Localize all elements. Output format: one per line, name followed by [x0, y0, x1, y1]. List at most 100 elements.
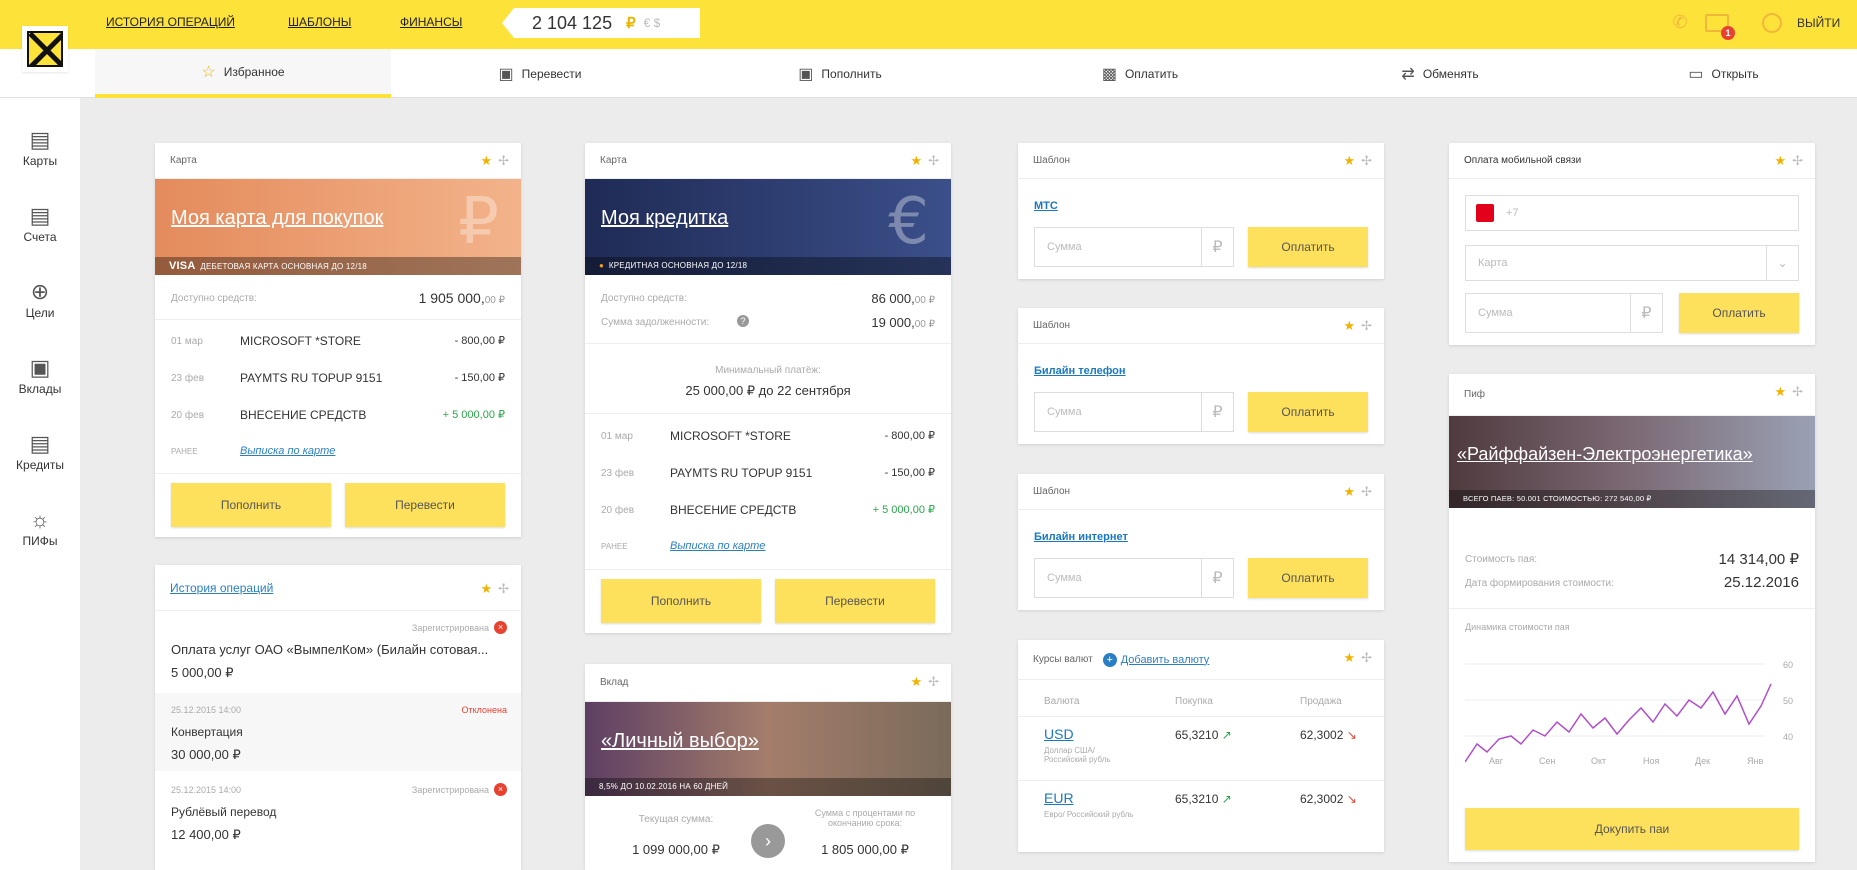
status-badge: Зарегистрирована [411, 623, 489, 633]
star-icon[interactable]: ★ [910, 153, 922, 168]
arrow-right-icon[interactable]: › [751, 824, 785, 858]
pif-title[interactable]: «Райффайзен-Электроэнергетика» [1457, 444, 1753, 465]
pay-button[interactable]: Оплатить [1679, 293, 1799, 333]
template-name[interactable]: Билайн интернет [1034, 531, 1128, 543]
sidebar-item-goals[interactable]: ⊕ Цели [0, 278, 80, 320]
history-item-text[interactable]: Оплата услуг ОАО «ВымпелКом» (Билайн сот… [171, 642, 488, 657]
template-name[interactable]: Билайн телефон [1034, 365, 1126, 377]
op-date: 01 мар [601, 431, 633, 442]
move-icon[interactable]: ✢ [498, 581, 509, 596]
currency-rub[interactable]: ₽ [626, 14, 636, 32]
pay-icon: ▩ [1101, 65, 1117, 83]
card-title[interactable]: Моя карта для покупок [171, 207, 383, 230]
pay-button[interactable]: Оплатить [1248, 227, 1368, 267]
logout-button[interactable]: ВЫЙТИ [1797, 16, 1840, 30]
add-currency-link[interactable]: Добавить валюту [1121, 654, 1210, 666]
tab-pay[interactable]: ▩ Оплатить [990, 49, 1290, 98]
template-header: Шаблон ★ ✢ [1018, 143, 1384, 179]
arrow-up-icon: ↗ [1221, 792, 1232, 806]
templates-link[interactable]: ШАБЛОНЫ [288, 15, 351, 29]
phone-icon[interactable]: ✆ [1668, 12, 1692, 34]
pay-button[interactable]: Оплатить [1248, 392, 1368, 432]
template-widget: Шаблон ★ ✢ МТС Сумма ₽ Оплатить [1018, 143, 1384, 279]
card-banner[interactable]: € Моя кредитка ● КРЕДИТНАЯ ОСНОВНАЯ ДО 1… [585, 179, 951, 275]
transfer-button[interactable]: Перевести [345, 483, 505, 527]
buy-shares-button[interactable]: Докупить паи [1465, 808, 1799, 850]
card-banner[interactable]: ₽ Моя карта для покупок VISA ДЕБЕТОВАЯ К… [155, 179, 521, 275]
info-icon[interactable]: ? [737, 315, 749, 327]
notification-badge: 1 [1721, 26, 1735, 40]
star-icon[interactable]: ★ [1343, 650, 1355, 665]
template-name[interactable]: МТС [1034, 200, 1058, 212]
move-icon[interactable]: ✢ [1361, 153, 1372, 168]
statement-link[interactable]: Выписка по карте [240, 445, 335, 457]
available-amount: 86 000,00 ₽ [871, 291, 935, 306]
move-icon[interactable]: ✢ [928, 153, 939, 168]
currency-others[interactable]: € $ [644, 16, 661, 30]
star-icon[interactable]: ★ [1343, 484, 1355, 499]
star-icon[interactable]: ★ [910, 674, 922, 689]
history-link[interactable]: История операций [170, 581, 273, 595]
deposit-title[interactable]: «Личный выбор» [601, 730, 759, 753]
euro-watermark-icon: € [888, 185, 929, 259]
star-icon[interactable]: ★ [480, 581, 492, 596]
price-chart: 60 50 40 Авг Сен Окт Ноя Дек Янв [1465, 660, 1793, 766]
add-icon[interactable]: + [1102, 652, 1117, 667]
move-icon[interactable]: ✢ [928, 674, 939, 689]
move-icon[interactable]: ✢ [1361, 650, 1372, 665]
history-link[interactable]: ИСТОРИЯ ОПЕРАЦИЙ [106, 15, 235, 29]
star-icon[interactable]: ★ [1343, 318, 1355, 333]
tab-topup[interactable]: ▣ Пополнить [690, 49, 990, 98]
tab-exchange[interactable]: ⇄ Обменять [1290, 49, 1590, 98]
move-icon[interactable]: ✢ [1361, 484, 1372, 499]
currency-desc: Евро/ Российский рубль [1044, 810, 1134, 819]
date-value: 25.12.2016 [1723, 574, 1799, 591]
sidebar-item-cards[interactable]: ▤ Карты [0, 126, 80, 168]
sidebar-item-funds[interactable]: ☼ ПИФы [0, 506, 80, 548]
tab-open[interactable]: ▭ Открыть [1590, 49, 1857, 98]
star-icon[interactable]: ★ [1343, 153, 1355, 168]
topup-button[interactable]: Пополнить [601, 579, 761, 623]
card-title[interactable]: Моя кредитка [601, 207, 728, 230]
op-date: 20 фев [171, 410, 205, 421]
move-icon[interactable]: ✢ [498, 153, 509, 168]
pay-button[interactable]: Оплатить [1248, 558, 1368, 598]
sidebar-item-deposits[interactable]: ▣ Вклады [0, 354, 80, 396]
sum-input[interactable]: Сумма ₽ [1034, 227, 1234, 267]
sum-input[interactable]: Сумма ₽ [1034, 392, 1234, 432]
pif-banner[interactable]: «Райффайзен-Электроэнергетика» ВСЕГО ПАЕ… [1449, 416, 1815, 508]
star-icon[interactable]: ★ [1774, 153, 1786, 168]
final-sum-value: 1 805 000,00 ₽ [821, 842, 909, 857]
currency-code[interactable]: USD [1044, 726, 1074, 742]
star-icon[interactable]: ★ [1774, 384, 1786, 399]
debit-card-widget: Карта ★ ✢ ₽ Моя карта для покупок VISA ДЕБ… [155, 143, 521, 537]
sidebar-item-credits[interactable]: ▤ Кредиты [0, 430, 80, 472]
sum-input[interactable]: Сумма ₽ [1034, 558, 1234, 598]
move-icon[interactable]: ✢ [1361, 318, 1372, 333]
move-icon[interactable]: ✢ [1792, 384, 1803, 399]
star-icon[interactable]: ★ [480, 153, 492, 168]
safe-icon: ▣ [29, 355, 51, 380]
history-item-text[interactable]: Рублёвый перевод [171, 805, 276, 819]
move-icon[interactable]: ✢ [1792, 153, 1803, 168]
phone-input[interactable]: +7 [1465, 195, 1799, 231]
sidebar-item-accounts[interactable]: ▤ Счета [0, 202, 80, 244]
balance-widget[interactable]: 2 104 125 ₽ € $ [502, 8, 700, 38]
finance-link[interactable]: ФИНАНСЫ [400, 15, 462, 29]
arrow-up-icon: ↗ [1221, 728, 1232, 742]
tab-favorites[interactable]: ☆ Избранное [95, 49, 391, 98]
credit-card-widget: Карта ★ ✢ € Моя кредитка ● КРЕДИТНАЯ ОСНОВ… [585, 143, 951, 633]
deposit-banner[interactable]: «Личный выбор» 8,5% ДО 10.02.2016 НА 60 … [585, 702, 951, 796]
history-widget: История операций ★ ✢ Зарегистрирована × Оп… [155, 565, 521, 870]
settings-icon[interactable] [1762, 13, 1782, 33]
tab-transfer[interactable]: ▣ Перевести [390, 49, 690, 98]
card-select[interactable]: Карта ⌄ [1465, 245, 1799, 281]
raiffeisen-logo[interactable] [22, 26, 68, 72]
currency-code[interactable]: EUR [1044, 790, 1074, 806]
y-tick: 40 [1783, 732, 1793, 742]
transfer-button[interactable]: Перевести [775, 579, 935, 623]
mastercard-icon: ● [599, 261, 605, 270]
sum-input[interactable]: Сумма ₽ [1465, 293, 1663, 333]
statement-link[interactable]: Выписка по карте [670, 540, 765, 552]
topup-button[interactable]: Пополнить [171, 483, 331, 527]
